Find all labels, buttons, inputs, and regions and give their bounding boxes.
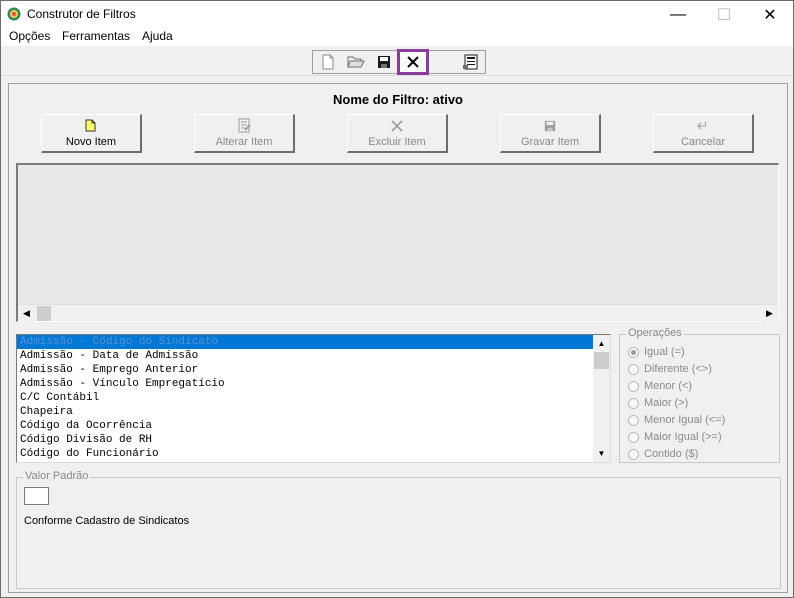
properties-button[interactable]	[457, 51, 484, 73]
close-x-icon	[407, 56, 419, 68]
edit-item-label: Alterar Item	[215, 135, 273, 148]
app-icon	[7, 7, 21, 21]
minimize-button[interactable]: —	[655, 1, 701, 28]
operations-group: Operações Igual (=) Diferente (<>) Menor…	[619, 327, 780, 463]
radio-greater: Maior (>)	[628, 396, 688, 410]
radio-contains: Contido ($)	[628, 447, 698, 461]
radio-button	[628, 431, 639, 443]
delete-item-button: Excluir Item	[347, 114, 448, 153]
undo-icon	[697, 121, 707, 129]
radio-button	[628, 363, 639, 375]
list-item[interactable]: Admissão - Vínculo Empregatício	[17, 377, 593, 391]
new-item-label: Novo Item	[65, 135, 117, 148]
cancel-label: Cancelar	[680, 135, 726, 148]
save-item-button: Gravar Item	[500, 114, 601, 153]
radio-different: Diferente (<>)	[628, 362, 712, 376]
radio-label: Menor (<)	[644, 380, 692, 392]
close-button[interactable]: ✕	[747, 1, 793, 28]
scroll-up-icon[interactable]: ▲	[593, 335, 610, 352]
minimize-icon: —	[670, 5, 686, 23]
operations-legend: Operações	[626, 327, 684, 339]
filter-builder-window: Construtor de Filtros — ☐ ✕ Opções Ferra…	[0, 0, 794, 598]
menu-bar: Opções Ferramentas Ajuda	[1, 28, 793, 46]
properties-icon	[462, 54, 477, 70]
list-item[interactable]: Admissão - Emprego Anterior	[17, 363, 593, 377]
radio-less: Menor (<)	[628, 379, 692, 393]
radio-button	[628, 448, 639, 460]
filter-panel: Nome do Filtro: ativo Novo Item Alterar …	[8, 83, 788, 593]
filter-items-grid[interactable]: ◀ ▶	[16, 163, 779, 322]
radio-label: Maior (>)	[644, 397, 689, 409]
scroll-right-icon[interactable]: ▶	[761, 305, 778, 322]
radio-label: Contido ($)	[644, 448, 699, 460]
radio-button	[628, 414, 639, 426]
vertical-scroll-thumb[interactable]	[594, 352, 609, 369]
default-value-legend: Valor Padrão	[23, 470, 91, 482]
default-value-text: Conforme Cadastro de Sindicatos	[24, 515, 190, 527]
toolbar-group	[312, 49, 486, 75]
radio-label: Diferente (<>)	[644, 363, 712, 375]
open-folder-icon	[346, 56, 365, 68]
horizontal-scrollbar[interactable]: ◀ ▶	[18, 304, 778, 322]
radio-equal: Igual (=)	[628, 345, 685, 359]
list-item[interactable]: C/C Contábil	[17, 391, 593, 405]
maximize-icon: ☐	[716, 6, 732, 24]
radio-label: Maior Igual (>=)	[644, 431, 722, 443]
radio-button	[628, 346, 639, 358]
close-filter-button[interactable]	[397, 49, 429, 75]
save-icon	[377, 56, 390, 68]
open-button[interactable]	[342, 51, 369, 73]
toolbar	[1, 47, 793, 76]
menu-ferramentas[interactable]: Ferramentas	[62, 29, 130, 43]
menu-ajuda[interactable]: Ajuda	[142, 29, 173, 43]
default-value-input[interactable]	[24, 487, 49, 505]
radio-button	[628, 380, 639, 392]
save-item-icon	[544, 120, 556, 131]
close-icon: ✕	[763, 6, 777, 24]
list-item[interactable]: Código do Funcionário	[17, 447, 593, 461]
new-item-icon	[85, 119, 96, 132]
radio-label: Menor Igual (<=)	[644, 414, 726, 426]
radio-label: Igual (=)	[644, 346, 685, 358]
save-item-label: Gravar Item	[520, 135, 580, 148]
list-item[interactable]: Código Divisão de RH	[17, 433, 593, 447]
scroll-left-icon[interactable]: ◀	[18, 305, 35, 322]
filter-name-title: Nome do Filtro: ativo	[333, 92, 463, 107]
new-icon	[322, 54, 333, 70]
delete-item-label: Excluir Item	[368, 135, 426, 148]
list-item[interactable]: Código da Ocorrência	[17, 419, 593, 433]
menu-opcoes[interactable]: Opções	[9, 29, 50, 43]
title-bar: Construtor de Filtros — ☐ ✕	[1, 1, 793, 28]
radio-greater-equal: Maior Igual (>=)	[628, 430, 722, 444]
cancel-button: Cancelar	[653, 114, 754, 153]
edit-item-icon	[238, 118, 251, 133]
radio-button	[628, 397, 639, 409]
radio-less-equal: Menor Igual (<=)	[628, 413, 725, 427]
new-item-button[interactable]: Novo Item	[41, 114, 142, 153]
horizontal-scroll-thumb[interactable]	[37, 306, 51, 321]
scroll-down-icon[interactable]: ▼	[593, 445, 610, 462]
vertical-scrollbar[interactable]: ▲ ▼	[593, 335, 610, 462]
list-item[interactable]: Admissão - Data de Admissão	[17, 349, 593, 363]
list-item[interactable]: Admissão - Código do Sindicato	[17, 335, 593, 349]
delete-x-icon	[391, 119, 403, 132]
fields-list[interactable]: Admissão - Código do Sindicato Admissão …	[16, 334, 611, 463]
edit-item-button: Alterar Item	[194, 114, 295, 153]
maximize-button: ☐	[701, 1, 747, 28]
window-title: Construtor de Filtros	[27, 7, 136, 21]
save-button[interactable]	[370, 51, 397, 73]
new-file-button[interactable]	[314, 51, 341, 73]
list-item[interactable]: Chapeira	[17, 405, 593, 419]
default-value-group: Valor Padrão Conforme Cadastro de Sindic…	[16, 470, 781, 589]
